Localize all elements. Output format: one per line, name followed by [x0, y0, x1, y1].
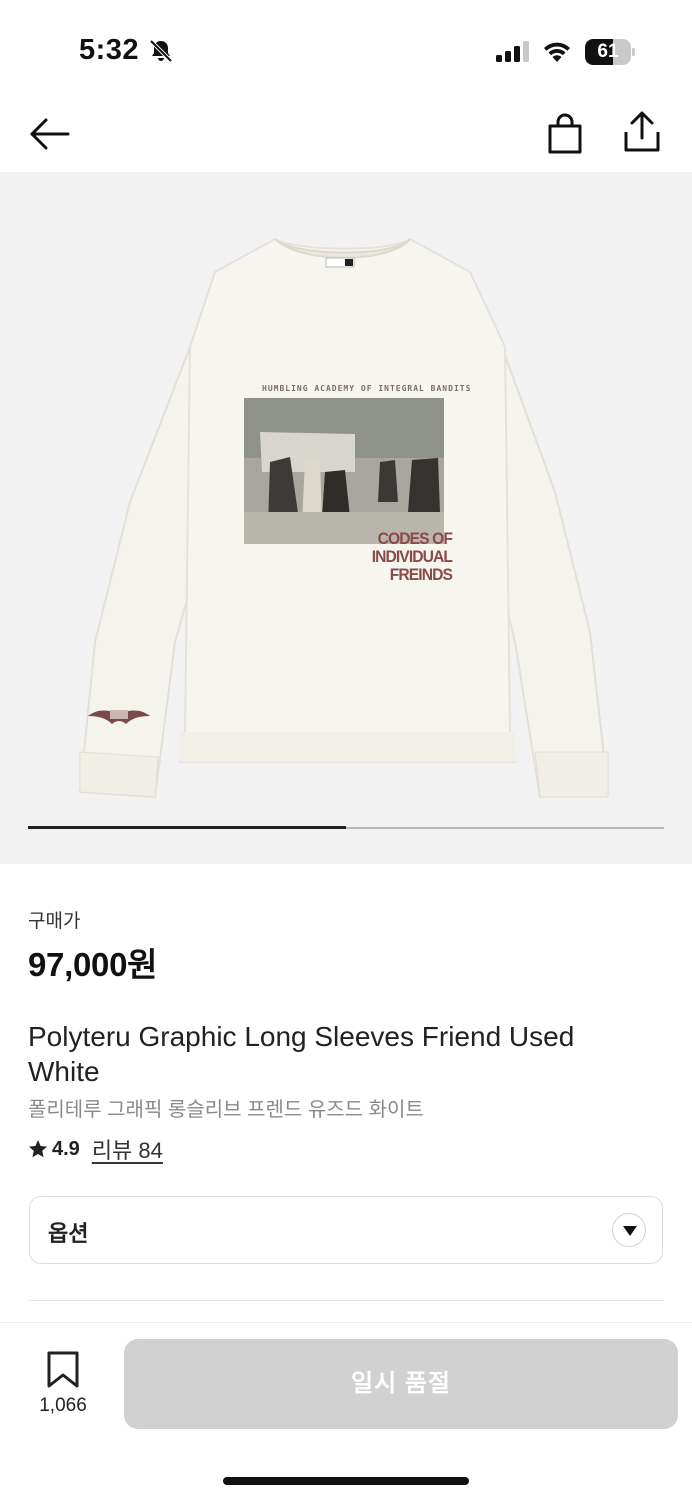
- back-arrow-icon[interactable]: [28, 114, 72, 154]
- bell-slash-icon: [149, 39, 173, 63]
- status-time: 5:32: [79, 34, 140, 66]
- price-label: 구매가: [28, 911, 81, 932]
- star-icon: [29, 1140, 47, 1158]
- option-select[interactable]: 옵션: [29, 1196, 663, 1264]
- sleeve-print-graphic: [88, 710, 150, 724]
- wishlist-button[interactable]: 1,066: [28, 1351, 98, 1421]
- bookmark-icon: [47, 1351, 79, 1388]
- soldout-button[interactable]: 일시 품절: [124, 1339, 678, 1429]
- home-indicator: [223, 1477, 469, 1485]
- battery-level: 61: [597, 41, 619, 62]
- product-title-en: Polyteru Graphic Long Sleeves Friend Use…: [28, 1021, 575, 1087]
- wishlist-count: 1,066: [39, 1395, 87, 1416]
- option-dropdown-toggle[interactable]: [612, 1213, 646, 1247]
- product-image: [78, 237, 610, 799]
- review-link[interactable]: 리뷰 84: [92, 1133, 163, 1165]
- top-nav: [0, 100, 692, 172]
- print-line-3: FREINDS: [389, 565, 453, 584]
- bottom-action-bar: 1,066 일시 품절: [0, 1322, 692, 1500]
- wifi-icon: [544, 42, 570, 62]
- gallery-progress-indicator: [28, 826, 346, 829]
- chevron-down-icon: [623, 1226, 637, 1236]
- print-line-2: INDIVIDUAL: [371, 547, 453, 566]
- share-icon[interactable]: [622, 110, 662, 154]
- print-text-block: CODES OF INDIVIDUAL FREINDS: [342, 529, 453, 584]
- rating-row: 4.9 리뷰 84: [28, 1135, 163, 1163]
- battery-icon: 61: [585, 39, 635, 65]
- section-divider: [28, 1300, 664, 1301]
- status-bar: 5:32 61: [0, 0, 692, 100]
- option-label: 옵션: [48, 1221, 89, 1246]
- print-line-1: CODES OF: [377, 529, 453, 548]
- gallery-progress-track: [28, 826, 664, 829]
- shopping-bag-icon[interactable]: [545, 112, 585, 154]
- product-title-ko: 폴리테루 그래픽 롱슬리브 프렌드 유즈드 화이트: [28, 1099, 424, 1121]
- product-image-gallery[interactable]: HUMBLING ACADEMY OF INTEGRAL BANDITS COD…: [0, 172, 692, 864]
- product-price: 97,000원: [28, 946, 158, 983]
- print-header-text: HUMBLING ACADEMY OF INTEGRAL BANDITS: [262, 384, 472, 393]
- cellular-signal-icon: [496, 41, 529, 62]
- rating-score: 4.9: [52, 1137, 80, 1160]
